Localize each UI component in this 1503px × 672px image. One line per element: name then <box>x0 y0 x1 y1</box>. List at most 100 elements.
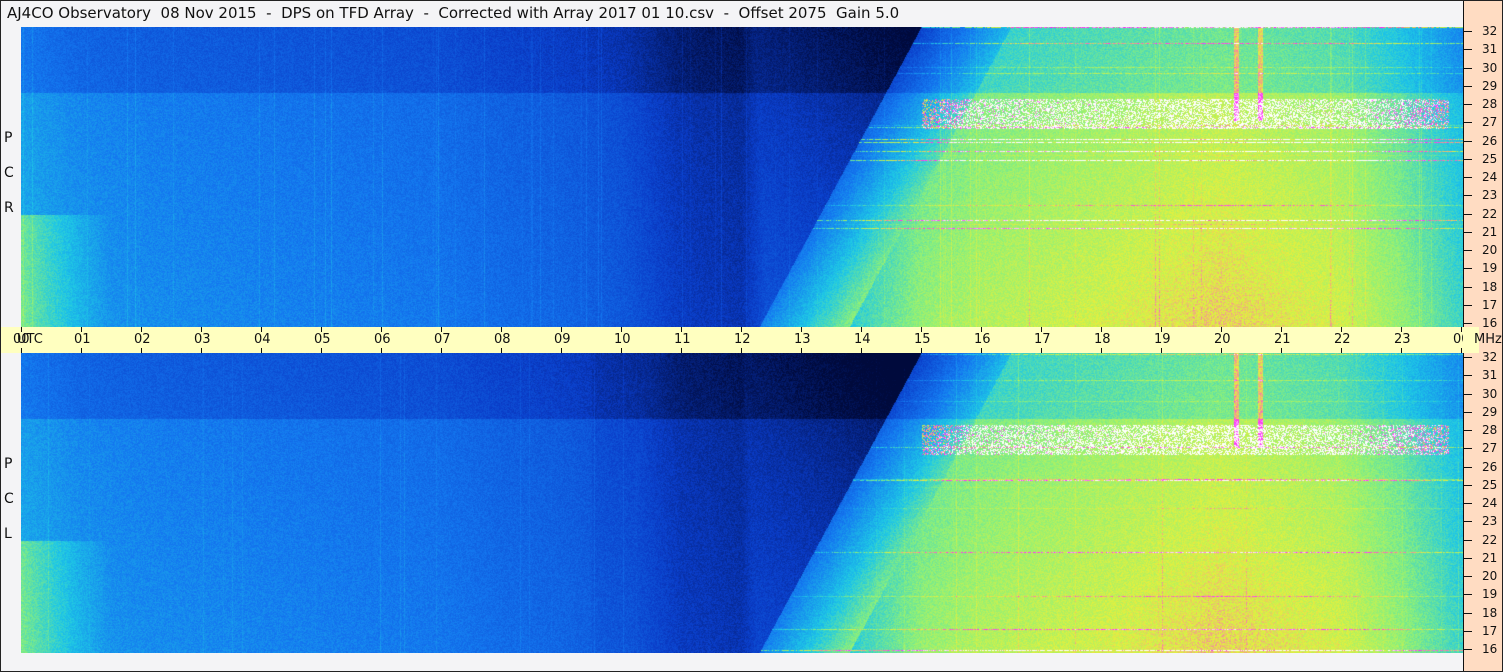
freq-tick-label: 25 <box>1482 477 1498 492</box>
time-tick-label: 15 <box>914 332 931 347</box>
freq-tick-label: 19 <box>1482 261 1498 276</box>
mhz-unit-label: MHz <box>1474 332 1502 347</box>
freq-tick <box>1464 503 1472 504</box>
time-tick-label: 23 <box>1394 332 1411 347</box>
time-tick-label: 06 <box>374 332 391 347</box>
freq-tick-label: 17 <box>1482 623 1498 638</box>
freq-tick <box>1464 286 1472 288</box>
freq-tick <box>1464 375 1472 377</box>
time-tick-label: 05 <box>314 332 331 347</box>
freq-tick-label: 21 <box>1482 224 1498 239</box>
freq-tick-label: 27 <box>1482 115 1498 130</box>
freq-tick <box>1464 104 1472 105</box>
freq-tick <box>1464 250 1472 251</box>
freq-tick-label: 32 <box>1482 350 1498 364</box>
freq-tick <box>1464 430 1472 431</box>
freq-tick <box>1464 177 1472 178</box>
freq-tick <box>1464 393 1472 395</box>
time-tick <box>201 348 202 353</box>
freq-tick <box>1464 158 1472 160</box>
time-tick <box>861 348 862 353</box>
lcp-label: P C L <box>1 353 21 653</box>
time-tick <box>681 348 682 353</box>
freq-tick <box>1464 304 1472 306</box>
time-tick <box>1401 348 1402 353</box>
freq-tick <box>1464 31 1472 32</box>
time-tick <box>1341 348 1342 353</box>
freq-tick-label: 29 <box>1482 78 1498 93</box>
time-tick <box>21 348 22 353</box>
freq-tick-label: 22 <box>1482 206 1498 221</box>
freq-tick-label: 23 <box>1482 514 1498 529</box>
time-tick-label: 20 <box>1214 332 1231 347</box>
rcp-label: P C R <box>1 27 21 327</box>
freq-tick <box>1464 521 1472 523</box>
time-tick <box>1161 348 1162 353</box>
freq-tick-label: 24 <box>1482 496 1498 510</box>
time-tick-label: 17 <box>1034 332 1051 347</box>
time-tick-label: 10 <box>614 332 631 347</box>
time-tick-label: 04 <box>254 332 271 347</box>
time-tick <box>1221 348 1222 353</box>
freq-tick <box>1464 67 1472 69</box>
freq-tick-label: 32 <box>1482 24 1498 38</box>
chart-title: AJ4CO Observatory 08 Nov 2015 - DPS on T… <box>7 4 900 22</box>
time-tick-label: 02 <box>134 332 151 347</box>
freq-tick <box>1464 466 1472 468</box>
time-tick-label: 14 <box>854 332 871 347</box>
time-tick-label: 22 <box>1334 332 1351 347</box>
freq-tick-label: 21 <box>1482 550 1498 565</box>
freq-tick-label: 27 <box>1482 441 1498 456</box>
freq-tick <box>1464 557 1472 559</box>
time-tick <box>621 348 622 353</box>
time-tick <box>1041 348 1042 353</box>
time-tick <box>1461 348 1462 353</box>
time-tick <box>81 348 82 353</box>
freq-tick-label: 31 <box>1482 42 1498 57</box>
freq-tick <box>1464 411 1472 413</box>
time-tick <box>1101 348 1102 353</box>
freq-tick <box>1464 85 1472 87</box>
time-tick <box>381 348 382 353</box>
freq-tick-label: 23 <box>1482 188 1498 203</box>
polarization-letter: P <box>4 456 13 472</box>
time-tick-label: 03 <box>194 332 211 347</box>
time-tick-label: 18 <box>1094 332 1111 347</box>
freq-tick-label: 17 <box>1482 297 1498 312</box>
time-tick <box>261 348 262 353</box>
polarization-letter: R <box>4 200 14 216</box>
freq-tick-label: 16 <box>1482 642 1498 656</box>
spectrogram-window: AJ4CO Observatory 08 Nov 2015 - DPS on T… <box>0 0 1503 672</box>
polarization-letter: C <box>4 165 14 181</box>
time-tick-label: 13 <box>794 332 811 347</box>
freq-tick-label: 18 <box>1482 605 1498 620</box>
freq-tick-label: 19 <box>1482 587 1498 602</box>
freq-tick <box>1464 576 1472 577</box>
freq-tick <box>1464 630 1472 632</box>
time-tick-label: 21 <box>1274 332 1291 347</box>
time-tick <box>561 348 562 353</box>
freq-tick <box>1464 231 1472 233</box>
time-tick-label: 11 <box>674 332 691 347</box>
freq-tick <box>1464 195 1472 197</box>
time-tick <box>321 348 322 353</box>
freq-tick <box>1464 649 1472 650</box>
time-tick <box>801 348 802 353</box>
freq-tick <box>1464 140 1472 142</box>
freq-tick <box>1464 612 1472 614</box>
freq-tick-label: 28 <box>1482 423 1498 437</box>
freq-tick-label: 16 <box>1482 316 1498 330</box>
freq-tick <box>1464 122 1472 124</box>
freq-tick-label: 28 <box>1482 97 1498 111</box>
freq-tick-label: 30 <box>1482 60 1498 75</box>
time-axis: 00 UTC 01 02 03 04 05 06 07 08 09 10 11 12 13 14 15 16 17 1… <box>1 327 1470 353</box>
time-tick-label: 08 <box>494 332 511 347</box>
time-tick <box>1281 348 1282 353</box>
time-tick-label: 07 <box>434 332 451 347</box>
time-tick <box>981 348 982 353</box>
time-tick-label: 09 <box>554 332 571 347</box>
freq-tick-label: 18 <box>1482 279 1498 294</box>
time-tick <box>141 348 142 353</box>
time-tick-label: 19 <box>1154 332 1171 347</box>
freq-tick <box>1464 539 1472 541</box>
